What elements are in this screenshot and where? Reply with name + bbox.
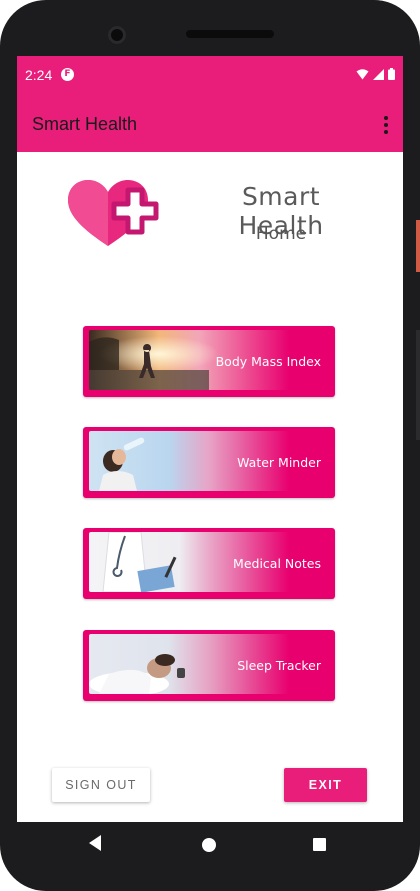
wifi-icon [356, 68, 369, 79]
battery-icon [388, 68, 395, 80]
status-icons [356, 68, 395, 80]
earpiece-speaker [186, 30, 274, 38]
overflow-menu-icon[interactable] [381, 116, 391, 134]
home-icon[interactable] [202, 838, 216, 852]
menu-card-body-mass-index[interactable]: Body Mass Index [83, 326, 335, 397]
recent-apps-icon[interactable] [313, 838, 326, 851]
system-nav-bar [0, 822, 420, 867]
volume-button [416, 330, 420, 440]
menu-card-label: Water Minder [237, 455, 321, 470]
menu-card-label: Sleep Tracker [237, 658, 321, 673]
heart-plus-logo [68, 180, 159, 246]
menu-card-water-minder[interactable]: Water Minder [83, 427, 335, 498]
menu-card-sleep-tracker[interactable]: Sleep Tracker [83, 630, 335, 701]
notification-app-icon: F [61, 68, 74, 81]
menu-card-medical-notes[interactable]: Medical Notes [83, 528, 335, 599]
back-icon[interactable] [88, 834, 102, 852]
status-bar: 2:24 F [17, 56, 403, 96]
power-button [416, 220, 420, 272]
signal-icon [373, 68, 384, 80]
app-bar-title: Smart Health [32, 114, 138, 134]
app-screen: 2:24 F Smart Health Smart Health Home Bo… [17, 56, 403, 822]
sign-out-button[interactable]: SIGN OUT [52, 768, 150, 802]
front-camera [108, 26, 126, 44]
menu-card-label: Medical Notes [233, 556, 321, 571]
exit-button[interactable]: EXIT [284, 768, 367, 802]
page-subtitle: Home [255, 224, 307, 244]
device-frame: 2:24 F Smart Health Smart Health Home Bo… [0, 0, 420, 891]
device-top-bezel [0, 0, 420, 56]
status-time: 2:24 [25, 67, 53, 83]
app-bar: Smart Health [17, 96, 403, 152]
menu-card-label: Body Mass Index [215, 354, 321, 369]
